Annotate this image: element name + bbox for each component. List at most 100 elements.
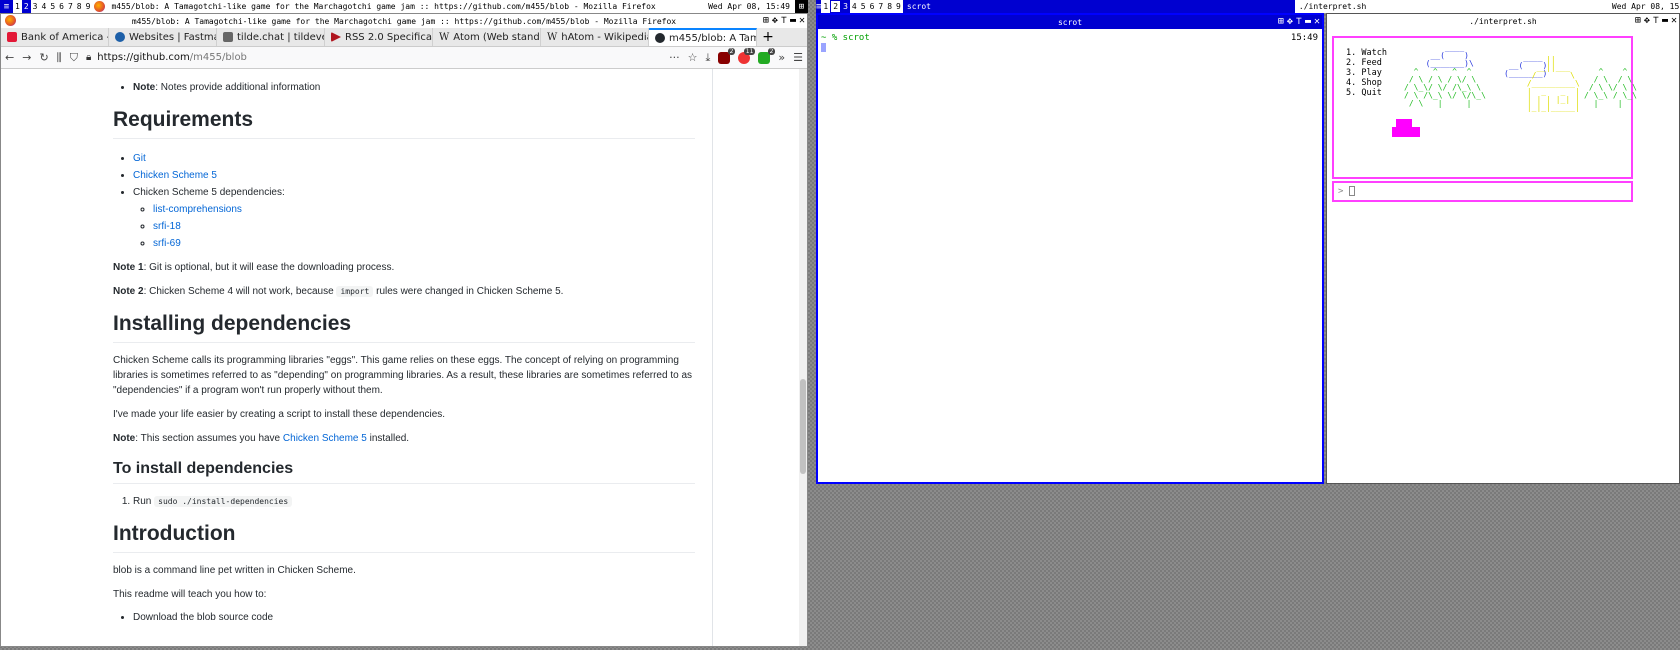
minimize-icon[interactable]: ▬ [1305,16,1311,27]
game-command-input[interactable]: > [1332,181,1633,202]
tracking-shield-icon[interactable]: ⛉ [70,51,78,65]
tile-icon[interactable]: ⊞ [1278,16,1284,27]
url-path: /m455/blob [189,52,247,63]
workspace-9[interactable]: 9 [84,0,93,13]
menu-item-play[interactable]: 3. Play [1346,68,1387,78]
move-icon[interactable]: ✥ [772,15,778,26]
reload-icon[interactable]: ↻ [39,51,48,64]
forward-icon[interactable]: → [22,51,31,64]
tab-m455-blob[interactable]: m455/blob: A Tam ✕ [649,28,757,46]
workspace-4[interactable]: 4 [39,0,48,13]
tab-label: Bank of America - B [21,31,108,43]
close-icon[interactable]: ✕ [799,15,805,26]
workspace-1[interactable]: 1 [821,0,830,13]
tile-icon[interactable]: ⊞ [1635,15,1641,26]
tile-icon[interactable]: ⊞ [763,15,769,26]
input-prompt: > [1338,186,1344,197]
tab-hatom[interactable]: W hAtom - Wikipedia [541,28,649,46]
workspace-6[interactable]: 6 [868,0,877,13]
prompt-clock: 15:49 [1290,33,1318,43]
window-titlebar[interactable]: scrot ⊞ ✥ ⊤ ▬ ✕ [818,15,1322,29]
heading-requirements: Requirements [113,107,695,139]
workspace-8[interactable]: 8 [885,0,894,13]
workspace-2[interactable]: 2 [830,0,842,13]
scrollbar[interactable] [799,69,807,646]
terminal-interpret[interactable]: ./interpret.sh ⊞ ✥ ⊤ ▬ ✕ 1. Watch 2. Fee… [1326,13,1680,484]
terminal-output[interactable]: ~ % scrot 15:49 [818,31,1322,482]
menu-item-feed[interactable]: 2. Feed [1346,58,1387,68]
link-srfi-69[interactable]: srfi-69 [153,238,181,249]
window-title-scrot[interactable]: scrot [902,0,1295,13]
download-icon[interactable]: ⤓ [706,51,711,65]
link-srfi-18[interactable]: srfi-18 [153,221,181,232]
firefox-icon [5,15,16,26]
badge-count: 2 [727,47,736,55]
terminal-scrot[interactable]: scrot ⊞ ✥ ⊤ ▬ ✕ ~ % scrot 15:49 [816,13,1324,484]
page-actions-icon[interactable]: ··· [669,51,680,64]
workspace-5[interactable]: 5 [48,0,57,13]
pet-blob [1396,119,1412,127]
window-titlebar[interactable]: ./interpret.sh ⊞ ✥ ⊤ ▬ ✕ [1327,14,1679,28]
menu-item-watch[interactable]: 1. Watch [1346,48,1387,58]
step-text: Run [133,496,155,507]
url-bar[interactable]: 🔒︎ https://github.com/m455/blob [86,52,661,63]
link-git[interactable]: Git [133,153,146,164]
heading-introduction: Introduction [113,521,695,553]
list-text: Download the blob source code [133,612,274,623]
new-tab-button[interactable]: + [757,28,779,46]
list-item: list-comprehensions [153,201,695,218]
window-title-interpret[interactable]: ./interpret.sh [1295,2,1595,11]
window-titlebar[interactable]: m455/blob: A Tamagotchi-like game for th… [1,14,807,28]
nav-toolbar: ← → ↻ ⫼ ⛉ 🔒︎ https://github.com/m455/blo… [1,47,807,69]
bookmark-star-icon[interactable]: ☆ [688,51,698,64]
scrollbar-thumb[interactable] [800,379,806,474]
move-icon[interactable]: ✥ [1644,15,1650,26]
link-chicken-scheme[interactable]: Chicken Scheme 5 [283,433,367,444]
workspace-5[interactable]: 5 [859,0,868,13]
ublock-icon[interactable]: 2 [718,47,736,64]
link-chicken-scheme[interactable]: Chicken Scheme 5 [133,170,217,181]
cursor [821,43,826,52]
workspace-9[interactable]: 9 [894,0,903,13]
overflow-icon[interactable]: » [778,51,785,64]
cursor [1348,186,1355,196]
close-icon[interactable]: ✕ [1671,15,1677,26]
minimize-icon[interactable]: ▬ [790,15,796,26]
menu-item-shop[interactable]: 4. Shop [1346,78,1387,88]
close-icon[interactable]: ✕ [1314,16,1320,27]
move-icon[interactable]: ✥ [1287,16,1293,27]
menu-item-quit[interactable]: 5. Quit [1346,88,1387,98]
tab-atom[interactable]: W Atom (Web standar [433,28,541,46]
workspace-2[interactable]: 2 [21,0,31,13]
tab-fastmail[interactable]: Websites | Fastmail [109,28,217,46]
back-icon[interactable]: ← [5,51,14,64]
hamburger-menu-icon[interactable]: ☰ [793,51,803,64]
workspace-7[interactable]: 7 [876,0,885,13]
workspace-1[interactable]: 1 [13,0,22,13]
pin-icon[interactable]: ⊤ [781,15,787,26]
requirements-list: Git Chicken Scheme 5 Chicken Scheme 5 de… [113,150,695,252]
minimize-icon[interactable]: ▬ [1662,15,1668,26]
tab-rss[interactable]: RSS 2.0 Specificatio [325,28,433,46]
workspace-8[interactable]: 8 [75,0,84,13]
workspace-6[interactable]: 6 [57,0,66,13]
workspace-3[interactable]: 3 [31,0,40,13]
extension-icon[interactable]: 11 [738,47,756,64]
workspace-3[interactable]: 3 [841,0,850,13]
note-text: rules were changed in Chicken Scheme 5. [373,286,564,297]
layout-icon[interactable]: ⊞ [795,0,808,13]
workspace-4[interactable]: 4 [850,0,859,13]
menu-icon[interactable]: ≡ [0,0,13,13]
page-gutter [712,69,807,646]
clock: Wed Apr 08, 15:49 [708,2,790,11]
pin-icon[interactable]: ⊤ [1296,16,1302,27]
link-list-comprehensions[interactable]: list-comprehensions [153,204,242,215]
extension-icon[interactable]: 2 [758,47,776,64]
tab-tilde-chat[interactable]: tilde.chat | tildevers [217,28,325,46]
workspace-7[interactable]: 7 [66,0,75,13]
note-text: : Chicken Scheme 4 will not work, becaus… [143,286,337,297]
tab-bank-of-america[interactable]: Bank of America - B [1,28,109,46]
clock: Wed Apr 08, 15:49 [1611,2,1680,11]
pin-icon[interactable]: ⊤ [1653,15,1659,26]
library-icon[interactable]: ⫼ [57,51,62,65]
